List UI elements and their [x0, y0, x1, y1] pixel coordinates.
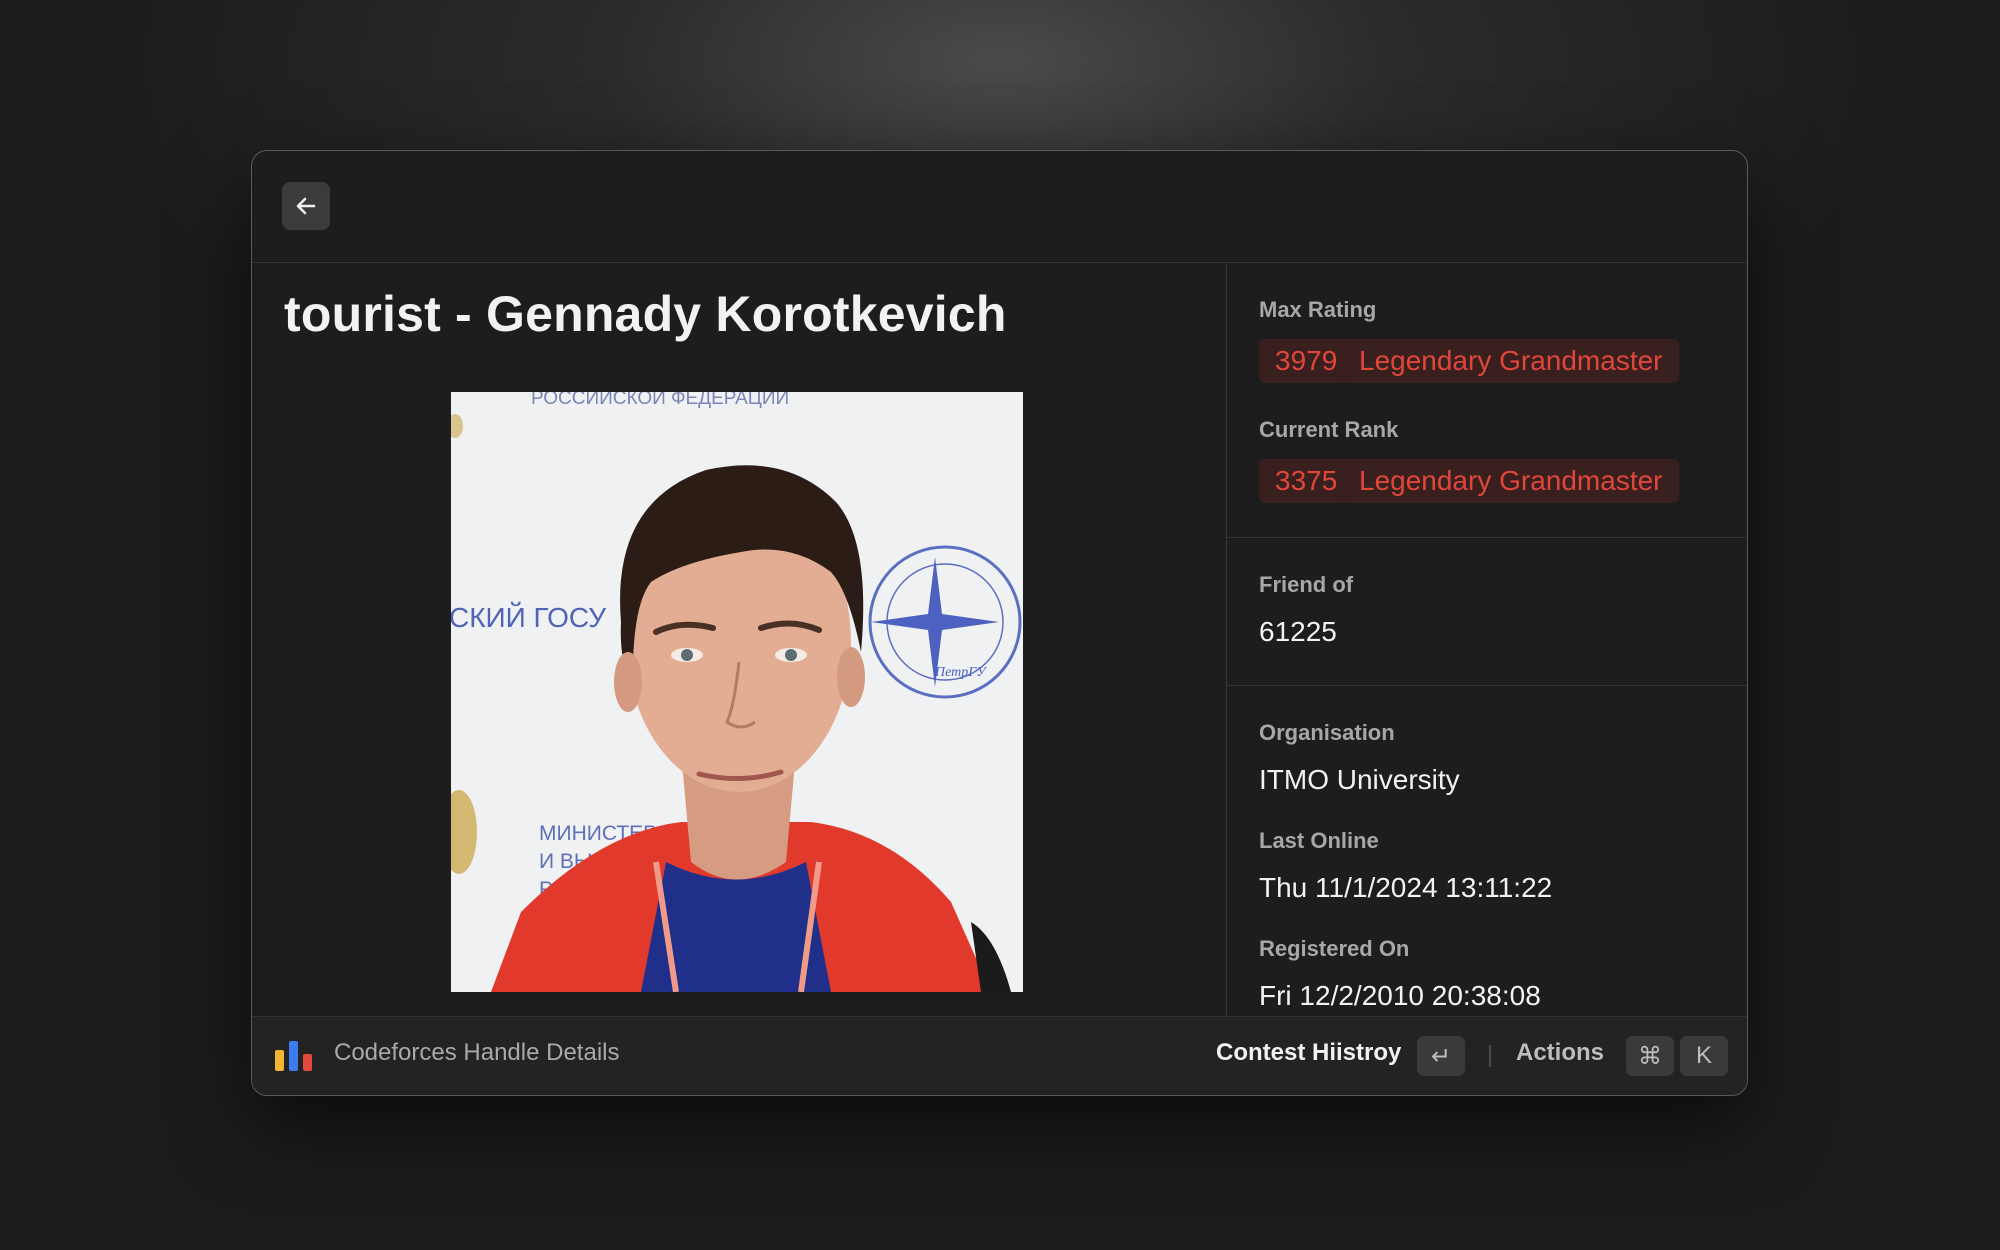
bar-chart-icon	[275, 1041, 312, 1071]
max-rating-rank-tag: Legendary Grandmaster	[1343, 339, 1679, 383]
app-name: Codeforces Handle Details	[334, 1039, 620, 1066]
registered-on-label: Registered On	[1259, 936, 1410, 961]
enter-key-hint: ↵	[1417, 1036, 1465, 1076]
footer-divider	[1489, 1045, 1491, 1067]
profile-pane: tourist - Gennady Korotkevich РОССИЙСКОЙ…	[252, 263, 1225, 1017]
last-online-label: Last Online	[1259, 828, 1379, 853]
friend-of-label: Friend of	[1259, 572, 1354, 597]
handle-details-window: tourist - Gennady Korotkevich РОССИЙСКОЙ…	[251, 150, 1748, 1096]
action-bar: Codeforces Handle Details Contest Hiistr…	[252, 1016, 1747, 1095]
current-rank-value-tag: 3375	[1259, 459, 1354, 503]
organisation-value: ITMO University	[1259, 764, 1460, 795]
top-bar	[252, 151, 1747, 263]
rating-section: Max Rating 3979 Legendary Grandmaster Cu…	[1227, 263, 1747, 538]
profile-photo: РОССИЙСКОЙ ФЕДЕРАЦИИ СКИЙ ГОСУ МИНИСТЕРС…	[451, 392, 1023, 992]
arrow-left-icon	[296, 197, 316, 215]
cmd-key-hint: ⌘	[1626, 1036, 1674, 1076]
photo-signage-top: РОССИЙСКОЙ ФЕДЕРАЦИИ	[531, 392, 789, 409]
photo-signage-left: СКИЙ ГОСУ	[451, 602, 606, 633]
friends-section: Friend of 61225	[1227, 538, 1747, 686]
details-sidebar: Max Rating 3979 Legendary Grandmaster Cu…	[1226, 263, 1747, 1017]
current-rank-rank-tag: Legendary Grandmaster	[1343, 459, 1679, 503]
k-key-hint: K	[1680, 1036, 1728, 1076]
max-rating-label: Max Rating	[1259, 297, 1377, 322]
page-title: tourist - Gennady Korotkevich	[284, 286, 1007, 342]
friend-of-value: 61225	[1259, 616, 1337, 647]
actions-button[interactable]: Actions	[1516, 1039, 1604, 1067]
max-rating-value-tag: 3979	[1259, 339, 1354, 383]
current-rank-label: Current Rank	[1259, 417, 1399, 442]
info-section: Organisation ITMO University Last Online…	[1227, 686, 1747, 1017]
organisation-label: Organisation	[1259, 720, 1395, 745]
photo-seal-text: ПетрГУ	[934, 665, 987, 680]
back-button[interactable]	[282, 182, 330, 230]
last-online-value: Thu 11/1/2024 13:11:22	[1259, 872, 1553, 903]
contest-history-action[interactable]: Contest Hiistroy	[1216, 1039, 1401, 1067]
registered-on-value: Fri 12/2/2010 20:38:08	[1259, 980, 1541, 1011]
